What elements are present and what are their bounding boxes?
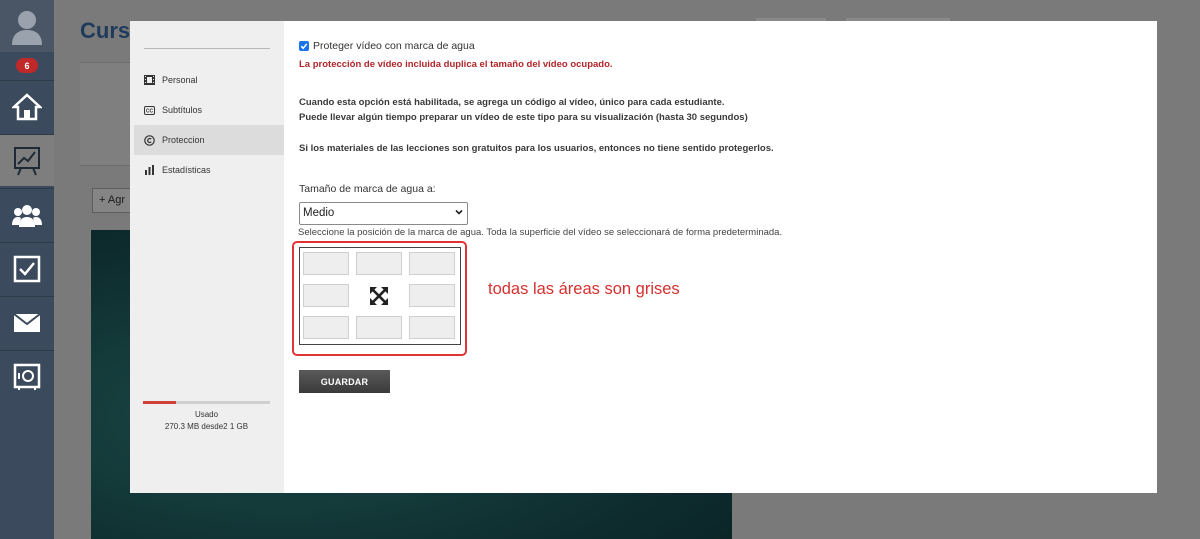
avatar[interactable] <box>0 0 54 52</box>
protect-option[interactable]: Proteger vídeo con marca de agua <box>299 40 475 52</box>
add-button: + Agr <box>92 188 132 213</box>
chart-icon <box>14 146 40 175</box>
warning-text: La protección de vídeo incluida duplica … <box>299 59 613 70</box>
page-title: Curs <box>80 18 131 43</box>
position-middle-right[interactable] <box>409 284 455 307</box>
position-help-text: Seleccione la posición de la marca de ag… <box>298 227 783 238</box>
annotation-note: todas las áreas son grises <box>488 280 680 298</box>
svg-text:CC: CC <box>146 108 154 114</box>
divider <box>144 48 270 49</box>
mail-button[interactable] <box>0 296 54 348</box>
copyright-icon <box>144 134 155 146</box>
nav-item-statistics[interactable]: Estadísticas <box>134 155 284 185</box>
protection-modal: Personal CC Subtítulos Proteccion Estadí… <box>130 21 1157 493</box>
info-text: Puede llevar algún tiempo preparar un ví… <box>299 112 748 123</box>
info-text: Si los materiales de las lecciones son g… <box>299 143 774 154</box>
position-bottom-center[interactable] <box>356 316 402 339</box>
checkbox-icon <box>13 255 41 282</box>
info-text: Cuando esta opción está habilitada, se a… <box>299 97 725 108</box>
storage-usage: Usado 270.3 MB desde2 1 GB <box>143 401 270 431</box>
select-value: Medio <box>303 207 335 219</box>
usage-label: Usado <box>194 410 219 419</box>
usage-bar <box>143 401 270 404</box>
check-icon <box>300 43 308 50</box>
protect-checkbox-label: Proteger vídeo con marca de agua <box>313 40 475 52</box>
nav-label: Proteccion <box>162 135 205 145</box>
position-top-left[interactable] <box>303 252 349 275</box>
nav-item-subtitles[interactable]: CC Subtítulos <box>134 95 284 125</box>
film-icon <box>144 75 155 86</box>
mail-icon <box>13 312 41 332</box>
modal-sidebar: Personal CC Subtítulos Proteccion Estadí… <box>130 21 284 493</box>
tasks-button[interactable] <box>0 242 54 294</box>
position-center[interactable] <box>356 284 402 307</box>
home-icon <box>12 92 42 120</box>
nav-label: Personal <box>162 75 198 85</box>
position-bottom-left[interactable] <box>303 316 349 339</box>
position-middle-left[interactable] <box>303 284 349 307</box>
save-button[interactable]: GUARDAR <box>299 370 390 393</box>
expand-icon <box>370 286 388 305</box>
safe-button[interactable] <box>0 350 54 402</box>
position-bottom-right[interactable] <box>409 316 455 339</box>
stats-button[interactable] <box>0 134 54 186</box>
position-top-right[interactable] <box>409 252 455 275</box>
chevron-down-icon <box>454 207 464 220</box>
watermark-size-select[interactable]: Medio <box>299 202 468 225</box>
safe-icon <box>13 363 41 390</box>
cc-icon: CC <box>144 105 155 116</box>
position-top-center[interactable] <box>356 252 402 275</box>
nav-item-personal[interactable]: Personal <box>134 65 284 95</box>
watermark-size-label: Tamaño de marca de agua a: <box>299 183 436 195</box>
user-icon <box>12 11 42 45</box>
watermark-position-grid <box>299 247 461 345</box>
nav-label: Subtítulos <box>162 105 203 115</box>
home-button[interactable] <box>0 80 54 132</box>
protect-checkbox[interactable] <box>299 41 309 51</box>
users-button[interactable] <box>0 188 54 240</box>
nav-label: Estadísticas <box>162 165 211 175</box>
users-icon <box>12 204 42 227</box>
notification-badge[interactable]: 6 <box>16 58 38 73</box>
modal-content: Proteger vídeo con marca de agua La prot… <box>292 21 1148 493</box>
nav-item-protection[interactable]: Proteccion <box>134 125 284 155</box>
usage-bar-fill <box>143 401 177 404</box>
app-sidebar: 6 <box>0 0 54 539</box>
bar-chart-icon <box>144 165 155 176</box>
usage-value: 270.3 MB desde2 1 GB <box>164 422 249 431</box>
